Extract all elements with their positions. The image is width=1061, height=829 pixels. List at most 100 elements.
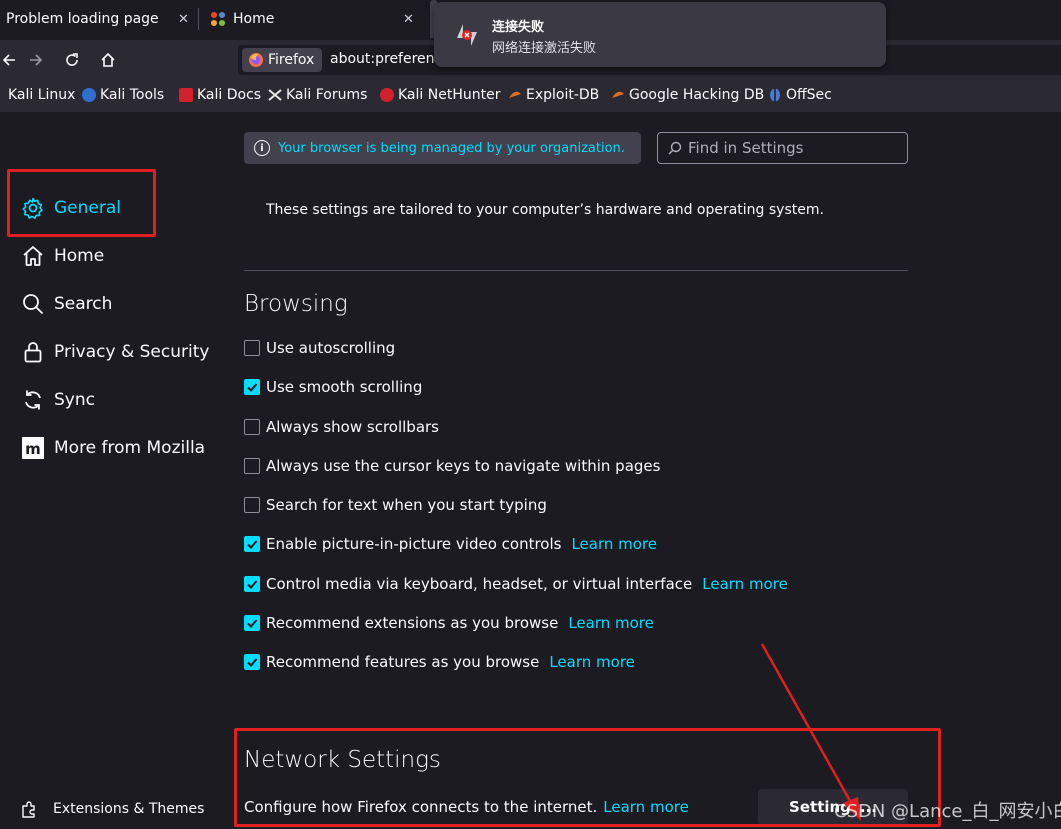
sidebar-item-general[interactable]: General bbox=[20, 194, 121, 222]
browsing-option-row[interactable]: Use autoscrolling bbox=[244, 338, 395, 358]
bookmark-label: Google Hacking DB bbox=[629, 87, 765, 103]
notification-title: 连接失败 bbox=[492, 20, 545, 35]
bookmark-label: Kali Linux bbox=[8, 87, 76, 103]
checkbox[interactable] bbox=[244, 536, 260, 552]
sidebar-item-label: General bbox=[54, 198, 121, 218]
back-button[interactable] bbox=[0, 48, 20, 72]
learn-more-link[interactable]: Learn more bbox=[549, 653, 635, 671]
network-settings-heading: Network Settings bbox=[244, 747, 441, 773]
connection-failed-notification[interactable]: 连接失败 网络连接激活失败 bbox=[434, 2, 886, 67]
bookmark-label: Kali Forums bbox=[286, 87, 368, 103]
bookmark-exploit-db[interactable]: Exploit-DB bbox=[508, 87, 599, 103]
sidebar-item-search[interactable]: Search bbox=[20, 290, 112, 318]
forward-button[interactable] bbox=[24, 48, 48, 72]
search-icon bbox=[668, 141, 682, 155]
checkbox[interactable] bbox=[244, 340, 260, 356]
sidebar-item-home[interactable]: Home bbox=[20, 242, 104, 270]
checkbox[interactable] bbox=[244, 615, 260, 631]
bookmark-label: Kali Tools bbox=[100, 87, 165, 103]
kali-tools-icon bbox=[82, 88, 96, 102]
check-icon bbox=[247, 580, 258, 589]
kali-forums-icon bbox=[268, 89, 282, 101]
checkbox[interactable] bbox=[244, 654, 260, 670]
bookmark-kali-forums[interactable]: Kali Forums bbox=[268, 87, 367, 103]
home-icon bbox=[101, 52, 115, 67]
option-label: Use smooth scrolling bbox=[266, 378, 423, 396]
checkbox[interactable] bbox=[244, 458, 260, 474]
reload-button[interactable] bbox=[60, 48, 84, 72]
back-arrow-icon bbox=[2, 54, 15, 66]
browsing-option-row[interactable]: Control media via keyboard, headset, or … bbox=[244, 574, 788, 594]
close-icon[interactable]: ✕ bbox=[178, 12, 189, 27]
sidebar-item-sync[interactable]: Sync bbox=[20, 386, 95, 414]
browsing-option-row[interactable]: Use smooth scrolling bbox=[244, 377, 422, 397]
home-button[interactable] bbox=[96, 48, 120, 72]
policy-banner-text: Your browser is being managed by your or… bbox=[278, 140, 625, 156]
find-in-settings-input[interactable]: Find in Settings bbox=[657, 132, 908, 164]
extensions-themes-link[interactable]: Extensions & Themes bbox=[20, 800, 204, 818]
learn-more-link[interactable]: Learn more bbox=[571, 535, 657, 553]
tab-title: Home bbox=[233, 11, 275, 27]
policy-banner[interactable]: i Your browser is being managed by your … bbox=[244, 132, 641, 164]
network-error-icon bbox=[457, 24, 477, 46]
browsing-option-row[interactable]: Enable picture-in-picture video controls… bbox=[244, 534, 657, 554]
home-icon bbox=[20, 243, 46, 269]
checkbox[interactable] bbox=[244, 419, 260, 435]
bookmark-kali-tools[interactable]: Kali Tools bbox=[82, 87, 164, 103]
bookmark-label: OffSec bbox=[786, 87, 832, 103]
browsing-heading: Browsing bbox=[244, 291, 348, 317]
annotation-arrow bbox=[760, 643, 861, 821]
joomla-icon bbox=[211, 12, 225, 26]
tab-home[interactable]: Home ✕ bbox=[210, 0, 420, 38]
sync-icon bbox=[20, 387, 46, 413]
browsing-option-row[interactable]: Recommend features as you browse Learn mo… bbox=[244, 652, 635, 672]
option-label: Always show scrollbars bbox=[266, 418, 439, 436]
option-label: Always use the cursor keys to navigate w… bbox=[266, 457, 661, 475]
browsing-option-row[interactable]: Search for text when you start typing bbox=[244, 495, 547, 515]
notification-body: 网络连接激活失败 bbox=[492, 41, 597, 56]
browsing-option-row[interactable]: Always show scrollbars bbox=[244, 417, 439, 437]
learn-more-link[interactable]: Learn more bbox=[702, 575, 788, 593]
sidebar-item-more-from-mozilla[interactable]: m More from Mozilla bbox=[20, 434, 205, 462]
identity-box[interactable]: Firefox bbox=[242, 48, 323, 72]
reload-icon bbox=[66, 53, 78, 66]
sidebar-item-privacy-security[interactable]: Privacy & Security bbox=[20, 338, 209, 366]
performance-note: These settings are tailored to your comp… bbox=[266, 202, 824, 218]
learn-more-link[interactable]: Learn more bbox=[568, 614, 654, 632]
checkbox[interactable] bbox=[244, 576, 260, 592]
puzzle-icon bbox=[22, 801, 35, 818]
bookmark-google-hacking-db[interactable]: Google Hacking DB bbox=[611, 87, 764, 103]
bookmark-label: Kali Docs bbox=[197, 87, 262, 103]
forward-arrow-icon bbox=[30, 54, 43, 66]
bookmark-offsec[interactable]: OffSec bbox=[768, 87, 832, 103]
sidebar-item-label: Privacy & Security bbox=[54, 342, 210, 362]
kali-nethunter-icon bbox=[380, 88, 394, 102]
svg-text:m: m bbox=[25, 440, 41, 458]
sidebar-item-label: Sync bbox=[54, 390, 95, 410]
bookmark-kali-docs[interactable]: Kali Docs bbox=[179, 87, 261, 103]
identity-label: Firefox bbox=[268, 52, 315, 68]
bookmark-kali-nethunter[interactable]: Kali NetHunter bbox=[380, 87, 500, 103]
checkbox[interactable] bbox=[244, 497, 260, 513]
find-placeholder: Find in Settings bbox=[688, 139, 804, 157]
sidebar-item-label: Home bbox=[54, 246, 105, 266]
check-icon bbox=[247, 619, 258, 628]
close-icon[interactable]: ✕ bbox=[403, 12, 414, 27]
gear-icon bbox=[20, 195, 46, 221]
tab-problem-loading[interactable]: Problem loading page ✕ bbox=[0, 0, 196, 38]
browsing-option-row[interactable]: Always use the cursor keys to navigate w… bbox=[244, 456, 660, 476]
offsec-icon bbox=[770, 88, 780, 102]
checkbox[interactable] bbox=[244, 379, 260, 395]
option-label: Enable picture-in-picture video controls bbox=[266, 535, 562, 553]
bookmark-label: Kali NetHunter bbox=[398, 87, 501, 103]
url-text[interactable]: about:preferences bbox=[330, 51, 438, 67]
sidebar-item-label: Search bbox=[54, 294, 113, 314]
kali-docs-icon bbox=[179, 88, 193, 102]
tab-separator bbox=[198, 8, 199, 30]
network-learn-more-link[interactable]: Learn more bbox=[603, 798, 689, 816]
check-icon bbox=[247, 383, 258, 392]
option-label: Use autoscrolling bbox=[266, 339, 396, 357]
bookmark-kali-linux[interactable]: Kali Linux bbox=[8, 87, 75, 103]
browsing-option-row[interactable]: Recommend extensions as you browse Learn … bbox=[244, 613, 654, 633]
tab-title: Problem loading page bbox=[6, 11, 159, 27]
